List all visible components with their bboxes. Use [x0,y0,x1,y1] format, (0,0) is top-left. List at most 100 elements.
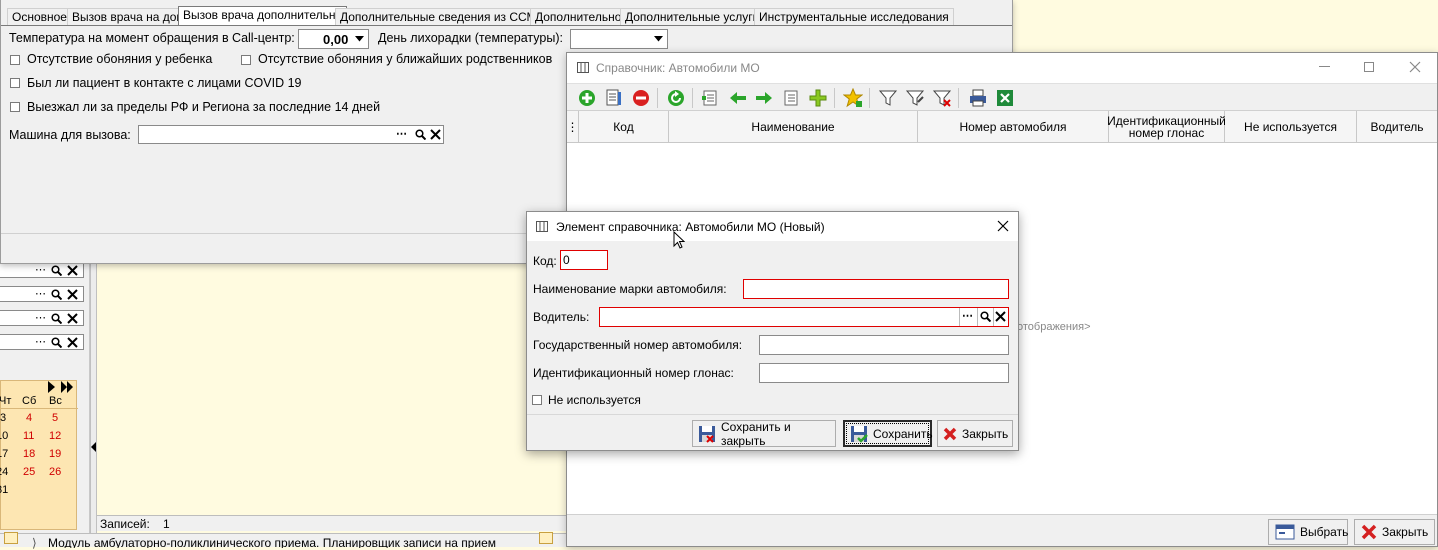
clear-icon[interactable] [67,289,78,300]
directory-close-button[interactable]: Закрыть [1354,519,1435,545]
dropdown-arrow-icon[interactable] [355,36,364,42]
tab-home-visit-extra[interactable]: Вызов врача дополнительно [178,6,348,26]
arrow-right-icon[interactable] [754,88,774,108]
search-icon[interactable] [415,129,426,140]
not-used-checkbox[interactable] [532,395,542,405]
calendar-day[interactable]: 17 [0,448,8,460]
brand-input[interactable] [743,279,1009,299]
temperature-input[interactable]: 0,00 [298,29,369,49]
arrow-left-icon[interactable] [728,88,748,108]
filter-clear-icon[interactable] [932,88,952,108]
car-lookup-field[interactable]: ⋯ [138,125,444,144]
close-icon[interactable] [1409,61,1421,73]
delete-icon[interactable] [631,88,651,108]
window-tab-label[interactable]: Модуль амбулаторно-поликлинического прие… [48,536,538,548]
level-down-icon[interactable] [781,88,801,108]
travel-checkbox[interactable] [10,102,20,112]
column-header-not-used[interactable]: Не используется [1225,111,1357,143]
clear-icon[interactable] [67,337,78,348]
code-input[interactable]: 0 [560,250,608,270]
ellipsis-icon[interactable]: ⋯ [962,310,973,322]
calendar-day[interactable]: 11 [23,430,34,442]
directory-bottom-bar: Выбрать Закрыть [567,514,1437,546]
calendar-day[interactable]: 18 [23,448,35,460]
tab-main[interactable]: Основное [7,8,72,25]
print-icon[interactable] [968,88,988,108]
fever-day-select[interactable] [570,29,668,49]
search-icon[interactable] [980,311,991,322]
add-group-icon[interactable] [808,88,828,108]
clear-icon[interactable] [67,313,78,324]
covid-contact-checkbox[interactable] [10,78,20,88]
search-icon[interactable] [51,265,62,276]
tab-additional-services[interactable]: Дополнительные услуги [620,8,765,25]
search-icon[interactable] [51,289,62,300]
ellipsis-icon[interactable]: ⋯ [35,336,46,348]
child-smell-checkbox[interactable] [10,55,20,65]
ellipsis-icon[interactable]: ⋯ [35,312,46,324]
save-and-close-label: Сохранить и закрыть [721,419,791,448]
search-icon[interactable] [51,337,62,348]
column-header-driver[interactable]: Водитель [1357,111,1437,143]
panel-splitter[interactable] [90,262,97,547]
calendar-day[interactable]: 24 [0,466,8,478]
dropdown-arrow-icon[interactable] [654,36,663,42]
ellipsis-icon[interactable]: ⋯ [35,288,46,300]
driver-lookup-field[interactable]: ⋯ [599,307,1009,327]
tab-close-icon[interactable] [539,532,553,544]
calendar-day[interactable]: 19 [49,448,61,460]
relatives-smell-checkbox[interactable] [241,55,251,65]
glonass-input[interactable] [759,363,1009,383]
tab-additional[interactable]: Дополнительно [530,8,627,25]
add-icon[interactable] [577,88,597,108]
search-icon[interactable] [51,313,62,324]
tab-ambulance-info[interactable]: Дополнительные сведения из ССМП [335,8,551,25]
minimize-icon[interactable] [1319,66,1330,67]
save-and-close-button[interactable]: Сохранить и закрыть [692,419,836,448]
column-header-glonass[interactable]: Идентификационный номер глонас [1107,111,1226,143]
filter-edit-icon[interactable] [905,88,925,108]
mouse-cursor-icon [673,231,685,249]
column-header-car-number[interactable]: Номер автомобиля [918,111,1109,143]
favorites-icon[interactable] [843,88,863,108]
element-dialog: Элемент справочника: Автомобили МО (Новы… [526,211,1019,451]
select-button[interactable]: Выбрать [1268,519,1348,545]
calendar-day[interactable]: 10 [0,430,8,442]
calendar-day[interactable]: 3 [0,412,6,424]
level-up-icon[interactable] [700,88,720,108]
clear-icon[interactable] [67,265,78,276]
copy-record-icon[interactable] [604,88,624,108]
collapse-left-icon[interactable] [91,442,97,452]
refresh-icon[interactable] [666,88,686,108]
tab-instrumental[interactable]: Инструментальные исследования [754,8,954,25]
next-month-icon[interactable] [47,381,57,393]
clear-icon[interactable] [995,311,1006,322]
calendar-day[interactable]: 12 [49,430,61,442]
glonass-label: Идентификационный номер глонас: [533,366,734,380]
plate-input[interactable] [759,335,1009,355]
column-header-code[interactable]: Код [579,111,669,143]
excel-export-icon[interactable] [995,88,1015,108]
calendar-day[interactable]: 25 [23,466,35,478]
dialog-close-button[interactable]: Закрыть [937,420,1013,447]
column-header-name[interactable]: Наименование [669,111,918,143]
maximize-icon[interactable] [1364,62,1374,72]
dialog-close-icon[interactable] [997,220,1009,232]
tab-close-icon[interactable] [4,532,18,544]
filter-icon[interactable] [878,88,898,108]
ellipsis-icon[interactable]: ⋯ [396,128,407,140]
calendar-day[interactable]: 26 [49,466,61,478]
lookup-field-1[interactable]: ⋯ [0,262,84,278]
calendar-day[interactable]: 5 [52,412,58,424]
next-year-icon[interactable] [61,381,75,393]
lookup-field-3[interactable]: ⋯ [0,310,84,326]
tab-home-visit[interactable]: Вызов врача на дом [67,8,190,25]
ellipsis-icon[interactable]: ⋯ [35,264,46,276]
row-selector-icon[interactable]: ⋮ [567,111,579,143]
lookup-field-4[interactable]: ⋯ [0,334,84,350]
save-button[interactable]: Сохранить [843,420,933,447]
lookup-field-2[interactable]: ⋯ [0,286,84,302]
clear-icon[interactable] [430,129,441,140]
calendar-day[interactable]: 4 [26,412,32,424]
calendar-day[interactable]: 31 [0,484,8,496]
